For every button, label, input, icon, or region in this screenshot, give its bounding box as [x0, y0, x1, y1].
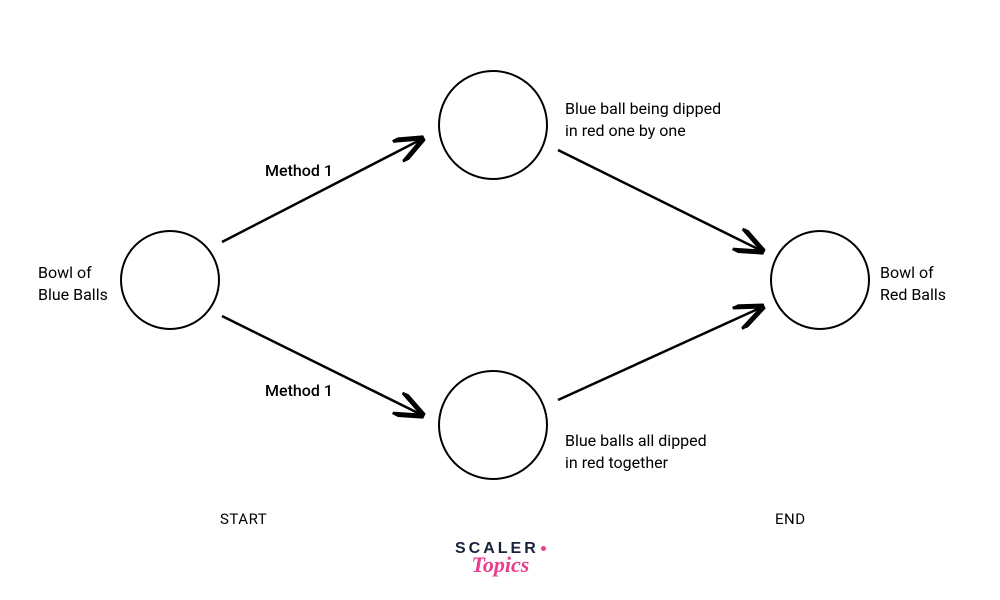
- node-start-label: Bowl of Blue Balls: [38, 262, 118, 305]
- text: Blue balls all dipped in red together: [565, 431, 707, 472]
- node-top: [438, 70, 548, 180]
- node-top-label: Blue ball being dipped in red one by one: [565, 98, 785, 141]
- footer-end: END: [775, 510, 806, 528]
- text: START: [220, 510, 267, 528]
- node-bottom-label: Blue balls all dipped in red together: [565, 430, 785, 473]
- text: Blue ball being dipped in red one by one: [565, 99, 721, 140]
- edge-label-top: Method 1: [265, 160, 333, 182]
- text: Method 1: [265, 161, 333, 180]
- text: Method 1: [265, 381, 333, 400]
- edge-label-bottom: Method 1: [265, 380, 333, 402]
- brand-dot-icon: [541, 546, 546, 551]
- text: Bowl of Red Balls: [880, 263, 946, 304]
- node-end: [770, 230, 870, 330]
- node-bottom: [438, 370, 548, 480]
- brand-logo: SCALER Topics: [455, 540, 546, 578]
- text: END: [775, 510, 806, 528]
- node-start: [120, 230, 220, 330]
- text: Bowl of Blue Balls: [38, 263, 108, 304]
- footer-start: START: [220, 510, 267, 528]
- node-end-label: Bowl of Red Balls: [880, 262, 970, 305]
